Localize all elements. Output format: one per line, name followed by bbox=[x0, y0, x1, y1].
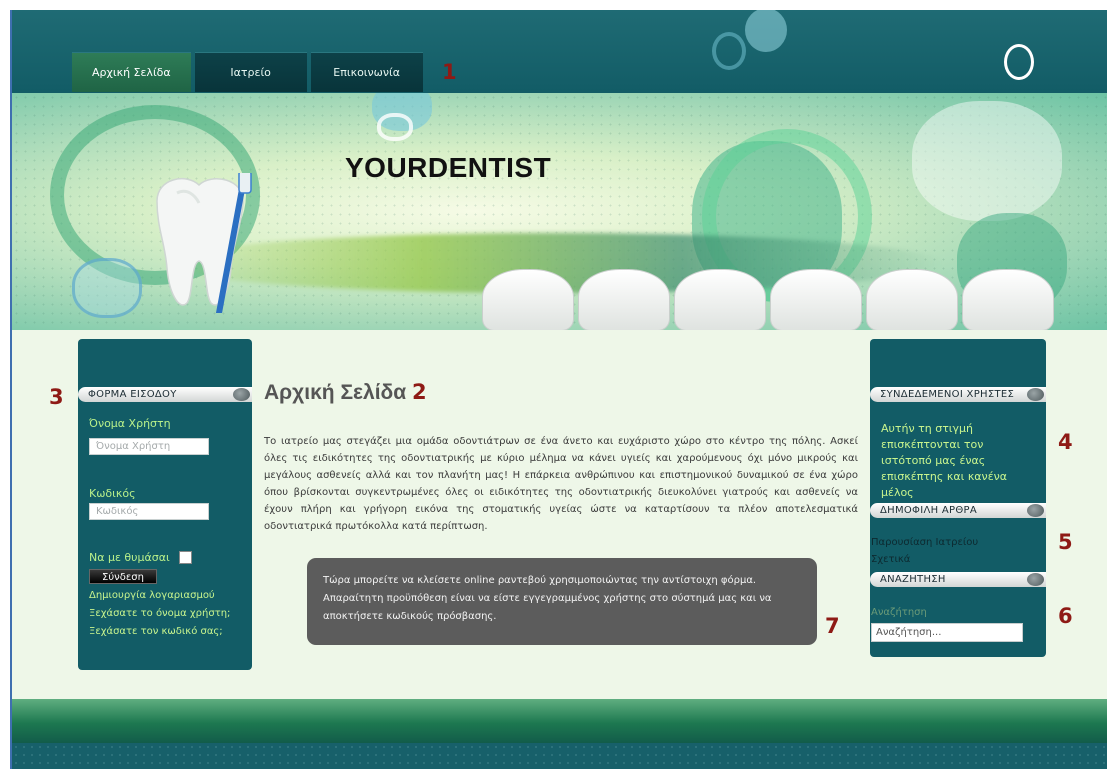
login-sidebar: ΦΟΡΜΑ ΕΙΣΟΔΟΥ Όνομα Χρήστη Όνομα Χρήστη … bbox=[78, 339, 252, 670]
online-users-header-label: ΣΥΝΔΕΔΕΜΕΝΟΙ ΧΡΗΣΤΕΣ bbox=[880, 389, 1015, 400]
header-knob-icon bbox=[1027, 504, 1044, 517]
header-knob-icon bbox=[233, 388, 250, 401]
tooth-shape bbox=[962, 269, 1054, 330]
login-button[interactable]: Σύνδεση bbox=[89, 569, 157, 584]
decorative-bubble bbox=[712, 32, 746, 70]
username-input[interactable]: Όνομα Χρήστη bbox=[89, 438, 209, 455]
appointment-notice: Τώρα μπορείτε να κλείσετε online ραντεβο… bbox=[307, 558, 817, 645]
nav-item-clinic[interactable]: Ιατρείο bbox=[194, 52, 307, 92]
annotation-marker-4: 4 bbox=[1058, 430, 1073, 454]
header-knob-icon bbox=[1027, 388, 1044, 401]
page-title: Αρχική Σελίδα 2 bbox=[264, 380, 427, 405]
create-account-link[interactable]: Δημιουργία λογαριασμού bbox=[89, 590, 215, 601]
nav-item-contact[interactable]: Επικοινωνία bbox=[310, 52, 423, 92]
teeth-row-image bbox=[482, 269, 1054, 330]
annotation-marker-2: 2 bbox=[412, 380, 427, 404]
login-form-header-label: ΦΟΡΜΑ ΕΙΣΟΔΟΥ bbox=[88, 389, 177, 400]
remember-me-label: Να με θυμάσαι bbox=[89, 551, 170, 564]
decorative-bubble bbox=[745, 10, 787, 52]
popular-articles-header: ΔΗΜΟΦΙΛΗ ΑΡΘΡΑ bbox=[870, 503, 1046, 518]
annotation-marker-6: 6 bbox=[1058, 604, 1073, 628]
decorative-bubble bbox=[1004, 44, 1034, 80]
decorative-blob bbox=[912, 101, 1062, 221]
page: Αρχική Σελίδα Ιατρείο Επικοινωνία 1 YOUR… bbox=[10, 10, 1107, 769]
password-label: Κωδικός bbox=[89, 487, 136, 500]
search-header: ΑΝΑΖΗΤΗΣΗ bbox=[870, 572, 1046, 587]
online-users-text: Αυτήν τη στιγμή επισκέπτονται τον ιστότο… bbox=[881, 422, 1008, 499]
decorative-blob bbox=[72, 258, 142, 318]
popular-article-link[interactable]: Παρουσίαση Ιατρείου bbox=[871, 537, 978, 548]
password-input[interactable]: Κωδικός bbox=[89, 503, 209, 520]
annotation-marker-3: 3 bbox=[49, 385, 64, 409]
popular-articles-header-label: ΔΗΜΟΦΙΛΗ ΑΡΘΡΑ bbox=[880, 505, 978, 516]
site-title: YOURDENTIST bbox=[345, 152, 552, 183]
forgot-username-link[interactable]: Ξεχάσατε το όνομα χρήστη; bbox=[89, 608, 230, 619]
online-users-header: ΣΥΝΔΕΔΕΜΕΝΟΙ ΧΡΗΣΤΕΣ bbox=[870, 387, 1046, 402]
popular-article-link[interactable]: Σχετικά bbox=[871, 554, 910, 565]
remember-me-checkbox[interactable] bbox=[179, 551, 192, 564]
tooth-shape bbox=[770, 269, 862, 330]
annotation-marker-7: 7 bbox=[825, 614, 840, 638]
annotation-marker-5: 5 bbox=[1058, 530, 1073, 554]
annotation-marker-1: 1 bbox=[442, 60, 457, 84]
header-knob-icon bbox=[1027, 573, 1044, 586]
page-title-text: Αρχική Σελίδα bbox=[264, 381, 407, 404]
right-sidebar: ΣΥΝΔΕΔΕΜΕΝΟΙ ΧΡΗΣΤΕΣ Αυτήν τη στιγμή επι… bbox=[870, 339, 1046, 657]
footer-band bbox=[12, 699, 1107, 743]
username-label: Όνομα Χρήστη bbox=[89, 417, 171, 430]
main-nav: Αρχική Σελίδα Ιατρείο Επικοινωνία bbox=[72, 52, 423, 92]
footer-bottom bbox=[12, 743, 1107, 769]
tooth-shape bbox=[482, 269, 574, 330]
top-nav-bar: Αρχική Σελίδα Ιατρείο Επικοινωνία 1 bbox=[12, 10, 1107, 93]
login-form-header: ΦΟΡΜΑ ΕΙΣΟΔΟΥ bbox=[78, 387, 252, 402]
forgot-password-link[interactable]: Ξεχάσατε τον κωδικό σας; bbox=[89, 626, 223, 637]
tooth-shape bbox=[578, 269, 670, 330]
decorative-blob bbox=[377, 113, 413, 141]
search-header-label: ΑΝΑΖΗΤΗΣΗ bbox=[880, 574, 946, 585]
intro-paragraph: Το ιατρείο μας στεγάζει μια ομάδα οδοντι… bbox=[264, 436, 858, 532]
search-input[interactable]: Αναζήτηση... bbox=[871, 623, 1023, 642]
header-banner: YOURDENTIST bbox=[12, 93, 1107, 330]
search-label: Αναζήτηση bbox=[871, 607, 927, 618]
tooth-shape bbox=[674, 269, 766, 330]
tooth-shape bbox=[866, 269, 958, 330]
tooth-with-toothbrush-image bbox=[156, 173, 252, 313]
nav-item-home[interactable]: Αρχική Σελίδα bbox=[72, 52, 191, 92]
